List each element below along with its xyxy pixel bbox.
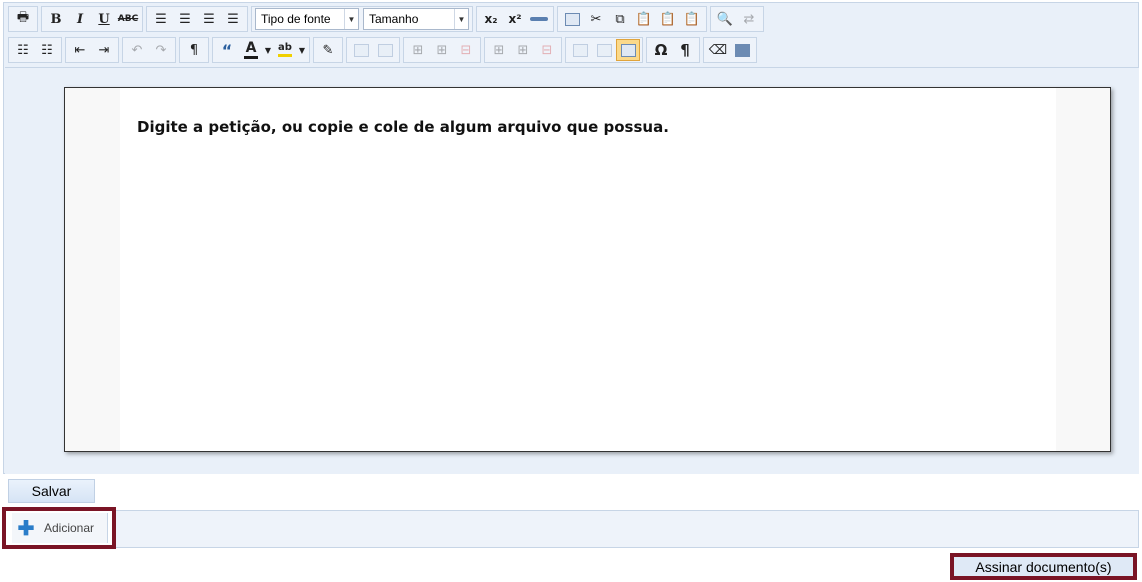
edit-group: ✎ <box>313 37 343 63</box>
history-group: ↶ ↷ <box>122 37 176 63</box>
print-icon[interactable]: 🖶 <box>11 8 35 30</box>
find-group: 🔍 ⇄ <box>710 6 764 32</box>
redo-icon[interactable]: ↷ <box>149 39 173 61</box>
table-split-icon[interactable] <box>373 39 397 61</box>
block-format-icon[interactable]: ¶ <box>182 39 206 61</box>
text-color-button[interactable]: A <box>239 39 263 61</box>
align-justify-icon[interactable]: ☰ <box>221 8 245 30</box>
text-color-icon: A <box>244 41 258 59</box>
replace-icon[interactable]: ⇄ <box>737 8 761 30</box>
document-area: Digite a petição, ou copie e cole de alg… <box>5 67 1139 474</box>
numbered-list-icon[interactable]: ☷ <box>35 39 59 61</box>
save-button[interactable]: Salvar <box>8 479 95 503</box>
highlight-button[interactable]: ab <box>273 39 297 61</box>
add-button-inner: ✚ Adicionar <box>12 513 108 543</box>
highlight-icon: ab <box>278 43 292 57</box>
superscript-button[interactable]: x² <box>503 8 527 30</box>
script-group: x₂ x² <box>476 6 554 32</box>
outdent-icon[interactable]: ⇤ <box>68 39 92 61</box>
blockquote-button[interactable]: “ <box>215 39 239 61</box>
insert-group: Ω ¶ <box>646 37 700 63</box>
table-merge-icon[interactable] <box>349 39 373 61</box>
underline-button[interactable]: U <box>92 8 116 30</box>
highlight-glyph: ab <box>278 42 292 53</box>
toolbar-row-1: 🖶 B I U ABC ☰ ☰ ☰ ☰ Tipo de fonte ▼ Tama… <box>8 6 767 32</box>
plus-icon: ✚ <box>17 517 35 540</box>
eraser-icon[interactable]: ⌫ <box>706 39 730 61</box>
alignment-group: ☰ ☰ ☰ ☰ <box>146 6 248 32</box>
fullscreen-icon[interactable] <box>730 39 754 61</box>
italic-button[interactable]: I <box>68 8 92 30</box>
misc-group: ⌫ <box>703 37 757 63</box>
document-page[interactable]: Digite a petição, ou copie e cole de alg… <box>64 87 1111 452</box>
document-body[interactable]: Digite a petição, ou copie e cole de alg… <box>120 88 1056 451</box>
show-formatting-button[interactable]: ¶ <box>673 39 697 61</box>
font-family-select-label: Tipo de fonte <box>261 12 331 26</box>
chevron-down-icon: ▼ <box>454 9 468 29</box>
toolbar-row-2: ☷ ☷ ⇤ ⇥ ↶ ↷ ¶ “ A ▼ ab ▼ ✎ ⊞ ⊞ ⊟ ⊞ ⊞ ⊟ Ω… <box>8 37 760 63</box>
text-color-dropdown-icon[interactable]: ▼ <box>263 39 273 61</box>
select-all-icon[interactable] <box>560 8 584 30</box>
subscript-button[interactable]: x₂ <box>479 8 503 30</box>
list-group: ☷ ☷ <box>8 37 62 63</box>
add-button[interactable]: ✚ Adicionar <box>2 507 116 549</box>
special-char-button[interactable]: Ω <box>649 39 673 61</box>
delete-col-icon[interactable]: ⊟ <box>535 39 559 61</box>
align-right-icon[interactable]: ☰ <box>197 8 221 30</box>
text-style-group: B I U ABC <box>41 6 143 32</box>
align-center-icon[interactable]: ☰ <box>173 8 197 30</box>
insert-row-before-icon[interactable]: ⊞ <box>406 39 430 61</box>
table-row-group <box>346 37 400 63</box>
block-format-group: ¶ <box>179 37 209 63</box>
attachment-bar <box>3 510 1139 548</box>
cut-icon[interactable]: ✂ <box>584 8 608 30</box>
table-group <box>565 37 643 63</box>
font-group: Tipo de fonte ▼ Tamanho ▼ <box>251 6 473 32</box>
paste-icon[interactable]: 📋 <box>632 8 656 30</box>
text-color-swatch <box>244 56 258 59</box>
strikethrough-button[interactable]: ABC <box>116 8 140 30</box>
color-group: “ A ▼ ab ▼ <box>212 37 310 63</box>
delete-row-icon[interactable]: ⊟ <box>454 39 478 61</box>
table-props-icon[interactable] <box>568 39 592 61</box>
insert-col-after-icon[interactable]: ⊞ <box>511 39 535 61</box>
paste-word-icon[interactable]: 📋 <box>680 8 704 30</box>
table-col-group: ⊞ ⊞ ⊟ <box>484 37 562 63</box>
font-family-select[interactable]: Tipo de fonte ▼ <box>255 8 359 30</box>
clipboard-group: ✂ ⧉ 📋 📋 📋 <box>557 6 707 32</box>
add-button-label: Adicionar <box>44 521 95 535</box>
indent-group: ⇤ ⇥ <box>65 37 119 63</box>
horizontal-rule-icon[interactable] <box>527 8 551 30</box>
undo-icon[interactable]: ↶ <box>125 39 149 61</box>
bold-button[interactable]: B <box>44 8 68 30</box>
chevron-down-icon: ▼ <box>344 9 358 29</box>
paste-text-icon[interactable]: 📋 <box>656 8 680 30</box>
rich-text-editor: 🖶 B I U ABC ☰ ☰ ☰ ☰ Tipo de fonte ▼ Tama… <box>3 2 1139 474</box>
font-size-select[interactable]: Tamanho ▼ <box>363 8 469 30</box>
insert-row-after-icon[interactable]: ⊞ <box>430 39 454 61</box>
insert-col-before-icon[interactable]: ⊞ <box>487 39 511 61</box>
bulleted-list-icon[interactable]: ☷ <box>11 39 35 61</box>
highlight-swatch <box>278 54 292 57</box>
cell-props-icon[interactable] <box>592 39 616 61</box>
highlight-dropdown-icon[interactable]: ▼ <box>297 39 307 61</box>
text-color-glyph: A <box>245 40 257 56</box>
font-size-select-label: Tamanho <box>369 12 419 26</box>
insert-table-icon[interactable] <box>616 39 640 61</box>
indent-icon[interactable]: ⇥ <box>92 39 116 61</box>
table-insert-group: ⊞ ⊞ ⊟ <box>403 37 481 63</box>
document-placeholder-text: Digite a petição, ou copie e cole de alg… <box>137 118 669 136</box>
copy-icon[interactable]: ⧉ <box>608 8 632 30</box>
sign-documents-button[interactable]: Assinar documento(s) <box>950 553 1137 580</box>
print-group: 🖶 <box>8 6 38 32</box>
find-icon[interactable]: 🔍 <box>713 8 737 30</box>
align-left-icon[interactable]: ☰ <box>149 8 173 30</box>
edit-source-icon[interactable]: ✎ <box>316 39 340 61</box>
